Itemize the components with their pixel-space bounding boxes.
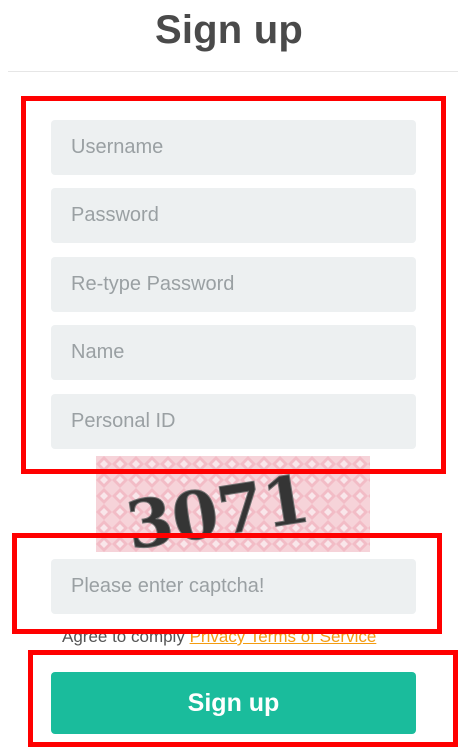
personal-id-input[interactable] — [51, 394, 416, 449]
name-input[interactable] — [51, 325, 416, 380]
sign-up-button[interactable]: Sign up — [51, 672, 416, 734]
retype-password-input[interactable] — [51, 257, 416, 312]
agreement-prefix: Agree to comply — [62, 627, 185, 646]
captcha-image: 3071 — [96, 456, 370, 552]
username-input[interactable] — [51, 120, 416, 175]
captcha-input[interactable] — [51, 559, 416, 614]
terms-link[interactable]: Privacy Terms of Service — [190, 627, 377, 646]
password-input[interactable] — [51, 188, 416, 243]
page-title: Sign up — [154, 8, 304, 52]
agreement-text: Agree to comply Privacy Terms of Service — [62, 627, 376, 647]
divider — [8, 71, 458, 72]
